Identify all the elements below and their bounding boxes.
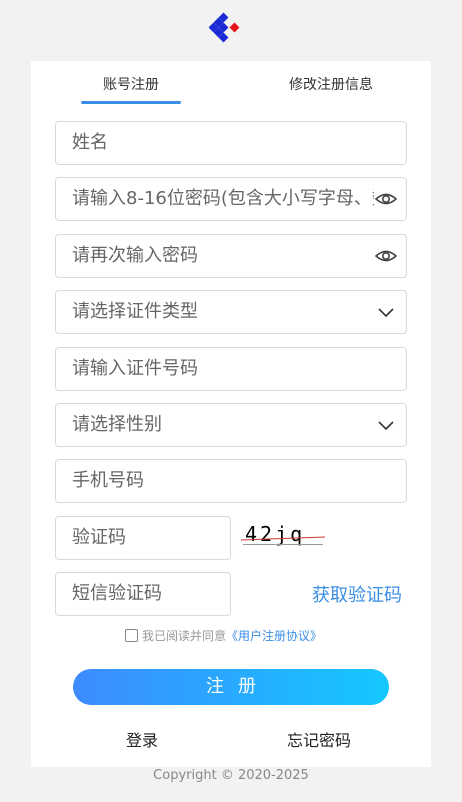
active-tab-indicator (81, 101, 181, 104)
tab-modify-info[interactable]: 修改注册信息 (289, 74, 373, 94)
password-confirm-placeholder: 请再次输入密码 (72, 245, 198, 266)
password-field[interactable]: 请输入8-16位密码(包含大小写字母、数字) (55, 177, 407, 221)
password-confirm-field[interactable]: 请再次输入密码 (55, 234, 407, 278)
eye-icon[interactable] (375, 189, 397, 209)
sms-code-placeholder: 短信验证码 (72, 583, 162, 604)
captcha-noise-line (243, 544, 323, 545)
agreement-link[interactable]: 《用户注册协议》 (226, 627, 322, 644)
id-number-field[interactable]: 请输入证件号码 (55, 347, 407, 391)
captcha-image[interactable]: 42jq (241, 522, 325, 550)
copyright-text: Copyright © 2020-2025 (153, 768, 309, 783)
tab-bar: 账号注册 修改注册信息 (31, 61, 431, 105)
gender-placeholder: 请选择性别 (72, 414, 162, 435)
id-type-select[interactable]: 请选择证件类型 (55, 290, 407, 334)
register-button[interactable]: 注册 (73, 669, 389, 705)
tab-register[interactable]: 账号注册 (103, 74, 159, 94)
phone-placeholder: 手机号码 (72, 470, 144, 491)
agreement-checkbox[interactable] (125, 628, 138, 642)
forgot-password-link[interactable]: 忘记密码 (287, 727, 351, 751)
agreement-row: 我已阅读并同意 《用户注册协议》 (125, 627, 322, 643)
eye-icon[interactable] (375, 246, 397, 266)
sms-code-field[interactable]: 短信验证码 (55, 572, 231, 616)
chevron-down-icon (378, 421, 394, 431)
id-number-placeholder: 请输入证件号码 (72, 358, 198, 379)
register-card: 账号注册 修改注册信息 姓名 请输入8-16位密码(包含大小写字母、数字) 请再… (31, 61, 431, 767)
name-field[interactable]: 姓名 (55, 121, 407, 165)
captcha-text: 42jq (245, 522, 306, 546)
gender-select[interactable]: 请选择性别 (55, 403, 407, 447)
login-link[interactable]: 登录 (126, 727, 158, 751)
name-placeholder: 姓名 (72, 132, 108, 153)
get-code-button[interactable]: 获取验证码 (312, 581, 402, 607)
password-placeholder: 请输入8-16位密码(包含大小写字母、数字) (72, 188, 374, 209)
captcha-field[interactable]: 验证码 (55, 516, 231, 560)
id-type-placeholder: 请选择证件类型 (72, 301, 198, 322)
captcha-placeholder: 验证码 (72, 527, 126, 548)
logo-icon (209, 12, 240, 43)
chevron-down-icon (378, 308, 394, 318)
agreement-text: 我已阅读并同意 (142, 628, 227, 643)
phone-field[interactable]: 手机号码 (55, 459, 407, 503)
